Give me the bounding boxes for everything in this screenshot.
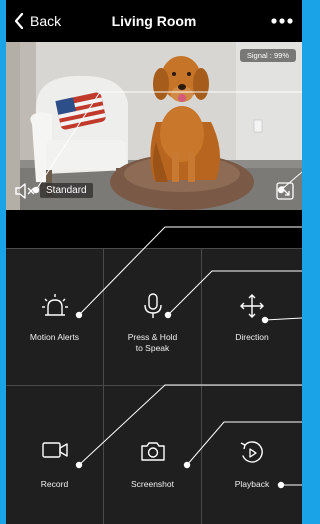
quality-toggle[interactable]: Standard [40,183,93,198]
control-label: Direction [235,332,269,342]
control-label: Record [40,479,69,489]
control-label: Motion Alerts [29,332,80,342]
chevron-left-icon [14,13,24,29]
playback-icon [240,441,263,463]
motion-alerts-button[interactable]: Motion Alerts [6,249,104,386]
top-bar: Back Living Room [6,0,302,42]
move-arrows-icon [240,294,264,318]
control-grid: Motion Alerts Press & Hold to Speak Dire… [6,248,302,524]
microphone-icon [143,293,162,318]
screenshot-button[interactable]: Screenshot [104,386,202,524]
playback-button[interactable]: Playback [202,386,302,524]
divider-strip [6,210,302,248]
control-label: Playback [234,479,270,489]
video-camera-icon [41,442,68,458]
fullscreen-icon[interactable] [276,182,294,200]
speaker-muted-icon[interactable] [14,182,36,200]
back-button[interactable]: Back [14,11,61,31]
camera-feed[interactable]: Signal : 99% Standard [6,42,302,210]
app-window: Back Living Room Signal: 99% Standard M… [6,0,302,524]
direction-button[interactable]: Direction [202,249,302,386]
press-to-speak-button[interactable]: Press & Hold to Speak [104,249,202,386]
control-label: Screenshot [131,479,174,489]
record-button[interactable]: Record [6,386,104,524]
more-dots-icon[interactable] [270,12,294,30]
camera-icon [140,442,165,461]
signal-badge: Signal : 99% [239,49,296,62]
back-label: Back [30,13,62,29]
alarm-icon [41,294,68,316]
control-label: Press & Hold to Speak [127,332,178,353]
